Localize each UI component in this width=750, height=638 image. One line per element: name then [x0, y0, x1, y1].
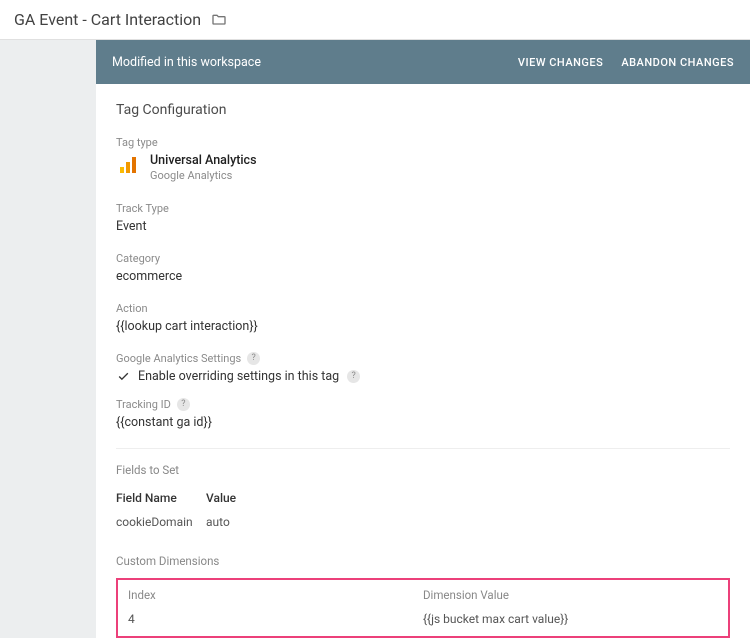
- card-title: Tag Configuration: [116, 102, 730, 118]
- table-row: 4 {{js bucket max cart value}}: [128, 612, 718, 626]
- tag-type-sub: Google Analytics: [150, 169, 257, 183]
- divider: [116, 448, 730, 449]
- track-type-value: Event: [116, 219, 730, 234]
- fields-to-set-table: Field Name Value cookieDomain auto: [116, 487, 730, 535]
- custom-dimensions-label: Custom Dimensions: [116, 554, 730, 568]
- view-changes-button[interactable]: VIEW CHANGES: [518, 56, 603, 69]
- field-value-cell: auto: [206, 515, 730, 529]
- checkmark-icon: [116, 370, 130, 383]
- fields-header-value: Value: [206, 491, 730, 505]
- tracking-id-label: Tracking ID ?: [116, 398, 730, 411]
- help-icon[interactable]: ?: [177, 398, 190, 411]
- help-icon[interactable]: ?: [347, 370, 360, 383]
- action-label: Action: [116, 302, 730, 315]
- ga-settings-label-text: Google Analytics Settings: [116, 352, 241, 365]
- action-value: {{lookup cart interaction}}: [116, 319, 730, 334]
- modified-banner: Modified in this workspace VIEW CHANGES …: [96, 40, 750, 84]
- table-row: cookieDomain auto: [116, 509, 730, 535]
- track-type-label: Track Type: [116, 202, 730, 215]
- fields-header-name: Field Name: [116, 491, 206, 505]
- tracking-id-label-text: Tracking ID: [116, 398, 171, 411]
- category-value: ecommerce: [116, 269, 730, 284]
- workspace: Modified in this workspace VIEW CHANGES …: [0, 40, 750, 638]
- help-icon[interactable]: ?: [247, 352, 260, 365]
- dim-index-cell: 4: [128, 612, 423, 626]
- category-label: Category: [116, 252, 730, 265]
- google-analytics-icon: [116, 153, 140, 177]
- dim-value-cell: {{js bucket max cart value}}: [423, 612, 718, 626]
- banner-message: Modified in this workspace: [112, 55, 261, 70]
- fields-to-set-label: Fields to Set: [116, 463, 730, 477]
- tag-configuration-card[interactable]: Tag Configuration Tag type Universal Ana…: [96, 84, 750, 638]
- override-settings-label: Enable overriding settings in this tag: [138, 369, 339, 384]
- ga-settings-label: Google Analytics Settings ?: [116, 352, 730, 365]
- topbar: GA Event - Cart Interaction: [0, 0, 750, 40]
- tag-type-name: Universal Analytics: [150, 153, 257, 169]
- folder-icon[interactable]: [211, 12, 227, 28]
- abandon-changes-button[interactable]: ABANDON CHANGES: [621, 56, 734, 69]
- override-settings-row: Enable overriding settings in this tag ?: [116, 369, 730, 384]
- tag-type-label: Tag type: [116, 136, 730, 149]
- page-title: GA Event - Cart Interaction: [14, 10, 201, 29]
- custom-dimensions-highlight: Index Dimension Value 4 {{js bucket max …: [116, 578, 730, 638]
- tracking-id-value: {{constant ga id}}: [116, 415, 730, 430]
- field-name-cell: cookieDomain: [116, 515, 206, 529]
